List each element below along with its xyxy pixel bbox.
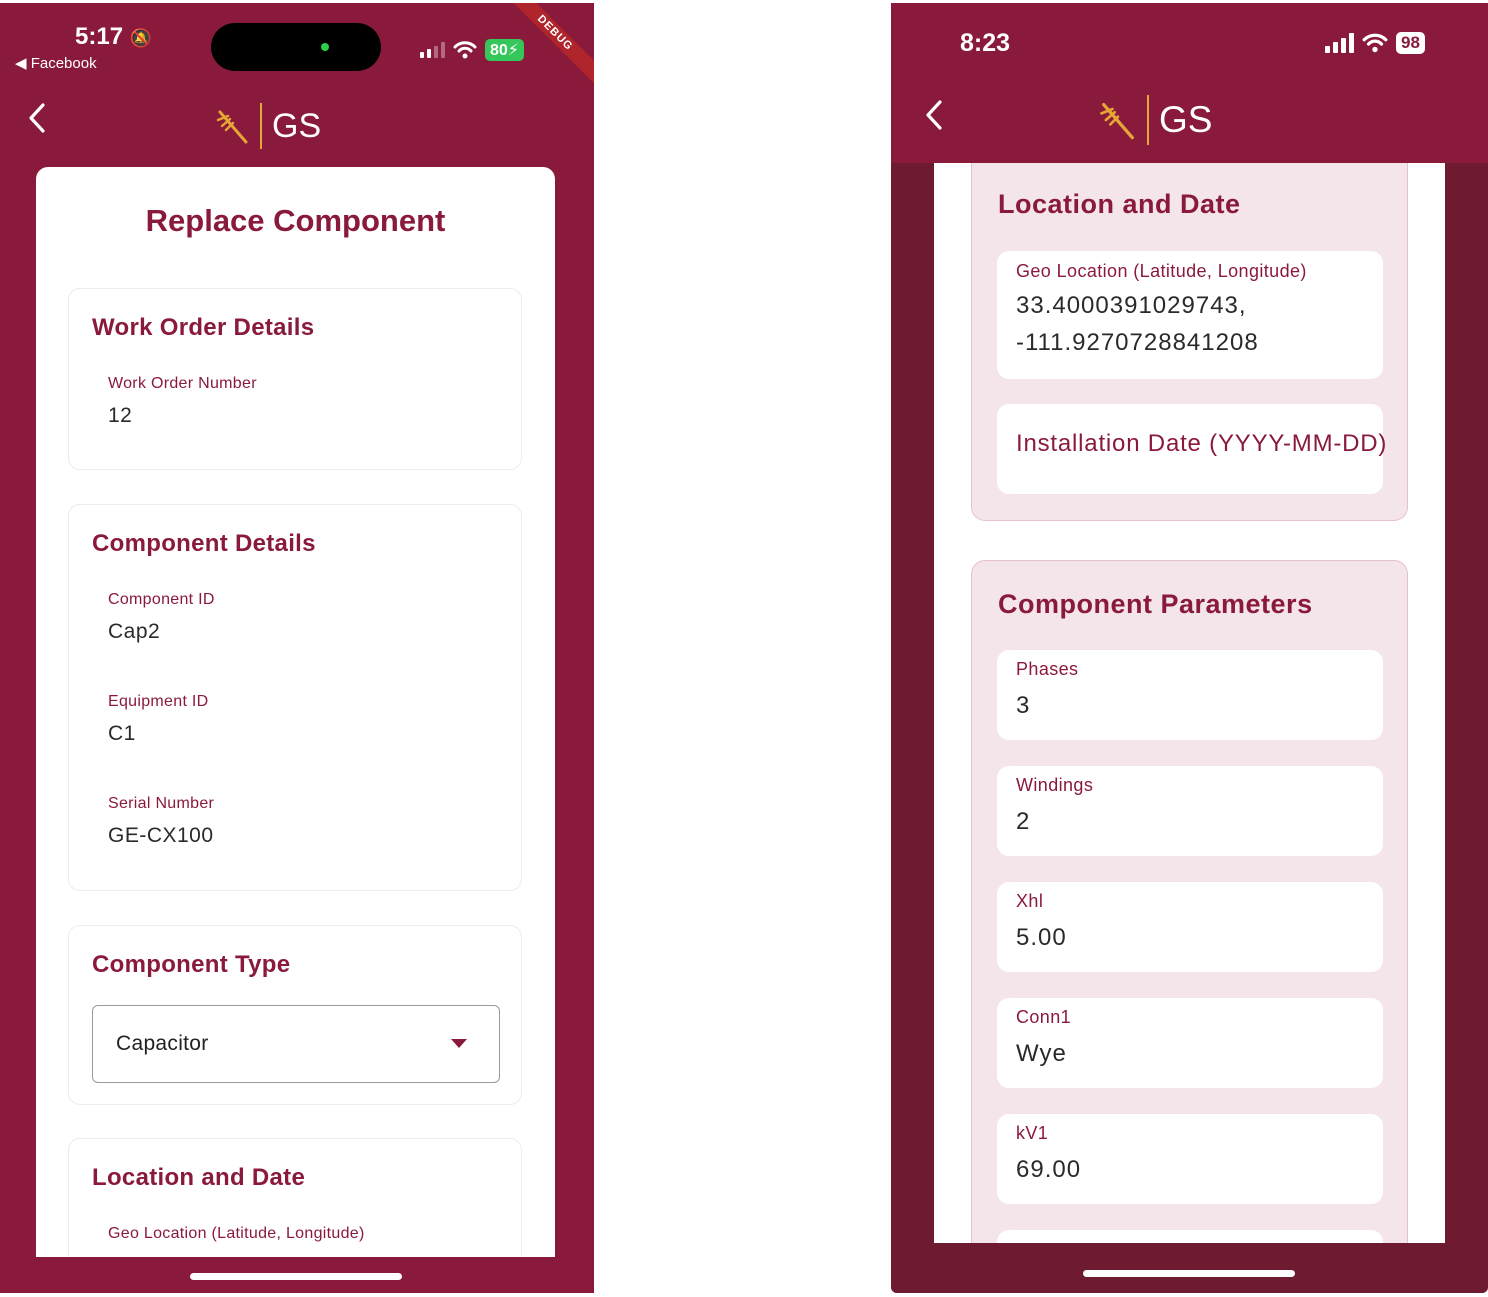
xhl-field[interactable]: Xhl 5.00 xyxy=(997,882,1383,972)
component-parameters-section: Component Parameters Phases 3 Windings 2… xyxy=(971,560,1408,1243)
battery-icon: 80⚡ xyxy=(485,39,525,61)
component-details-section: Component Details Component ID Cap2 Equi… xyxy=(68,504,522,891)
camera-indicator-icon xyxy=(321,43,329,51)
status-time-text: 5:17 xyxy=(75,23,124,50)
conn1-field[interactable]: Conn1 Wye xyxy=(997,998,1383,1088)
signal-icon xyxy=(420,42,445,58)
installation-date-field[interactable]: Installation Date (YYYY-MM-DD) xyxy=(997,404,1386,494)
component-type-select[interactable]: Capacitor xyxy=(92,1005,500,1083)
caret-down-icon xyxy=(451,1039,467,1048)
location-date-section: Location and Date Geo Location (Latitude… xyxy=(971,163,1408,521)
app-logo: GS xyxy=(1099,95,1212,145)
equipment-id-label: Equipment ID xyxy=(108,693,209,710)
location-date-section: Location and Date Geo Location (Latitude… xyxy=(68,1138,522,1257)
conn1-value: Wye xyxy=(1016,1040,1067,1067)
section-title: Work Order Details xyxy=(92,314,315,341)
wifi-icon xyxy=(453,41,477,59)
work-order-number-field[interactable]: 12 xyxy=(108,404,132,428)
back-button[interactable] xyxy=(26,101,48,144)
left-phone-screen: 5:17 🔕 ◀ Facebook 80⚡ DEBUG GS Replace C… xyxy=(0,3,594,1293)
battery-level: 80 xyxy=(490,42,508,59)
back-button[interactable] xyxy=(923,98,945,141)
geo-location-label: Geo Location (Latitude, Longitude) xyxy=(108,1225,365,1242)
phases-label: Phases xyxy=(1016,659,1079,679)
serial-number-label: Serial Number xyxy=(108,795,215,812)
scroll-content: Location and Date Geo Location (Latitude… xyxy=(934,163,1445,1243)
home-indicator[interactable] xyxy=(190,1273,402,1280)
home-indicator[interactable] xyxy=(1083,1270,1295,1277)
chevron-left-icon xyxy=(926,100,942,130)
pitchfork-icon xyxy=(1100,102,1134,140)
kv1-field[interactable]: kV1 69.00 xyxy=(997,1114,1383,1204)
phases-field[interactable]: Phases 3 xyxy=(997,650,1383,740)
geo-location-value-line2: -111.9270728841208 xyxy=(1016,329,1259,356)
work-order-number-label: Work Order Number xyxy=(108,375,257,392)
next-parameter-field[interactable] xyxy=(997,1230,1383,1243)
serial-number-field[interactable]: GE-CX100 xyxy=(108,824,214,848)
right-phone-screen: 8:23 98 GS Location and Date Geo Locatio… xyxy=(891,3,1488,1293)
status-time: 5:17 🔕 xyxy=(75,23,152,51)
section-title: Location and Date xyxy=(998,189,1241,219)
pitchfork-icon xyxy=(216,110,248,144)
conn1-label: Conn1 xyxy=(1016,1007,1072,1027)
work-order-section: Work Order Details Work Order Number 12 xyxy=(68,288,522,470)
replace-component-card: Replace Component Work Order Details Wor… xyxy=(36,167,555,1257)
status-icons: 80⚡ xyxy=(420,39,525,61)
signal-icon xyxy=(1325,33,1354,53)
section-title: Component Parameters xyxy=(998,589,1313,619)
section-title: Component Details xyxy=(92,530,316,557)
component-type-section: Component Type Capacitor xyxy=(68,925,522,1105)
geo-location-label: Geo Location (Latitude, Longitude) xyxy=(1016,261,1307,281)
xhl-label: Xhl xyxy=(1016,891,1044,911)
dynamic-island xyxy=(211,23,381,71)
battery-level: 98 xyxy=(1401,33,1420,52)
app-logo: GS xyxy=(216,103,321,149)
status-icons: 98 xyxy=(1325,32,1425,54)
windings-value: 2 xyxy=(1016,808,1031,835)
phases-value: 3 xyxy=(1016,692,1031,719)
component-id-field[interactable]: Cap2 xyxy=(108,620,160,644)
geo-location-value-line1: 33.4000391029743, xyxy=(1016,292,1247,319)
chevron-left-icon xyxy=(29,103,45,133)
battery-icon: 98 xyxy=(1396,32,1425,54)
windings-field[interactable]: Windings 2 xyxy=(997,766,1383,856)
kv1-label: kV1 xyxy=(1016,1123,1049,1143)
section-title: Location and Date xyxy=(92,1164,306,1191)
bell-slash-icon: 🔕 xyxy=(129,28,153,48)
equipment-id-field[interactable]: C1 xyxy=(108,722,136,746)
windings-label: Windings xyxy=(1016,775,1094,795)
selected-value: Capacitor xyxy=(116,1032,209,1055)
page-title: Replace Component xyxy=(145,203,446,238)
xhl-value: 5.00 xyxy=(1016,924,1067,951)
wifi-icon xyxy=(1362,33,1388,53)
logo-divider xyxy=(1147,95,1149,145)
geo-location-field[interactable]: Geo Location (Latitude, Longitude) 33.40… xyxy=(997,251,1383,379)
status-time: 8:23 xyxy=(960,29,1011,57)
section-title: Component Type xyxy=(92,951,291,978)
component-id-label: Component ID xyxy=(108,591,215,608)
kv1-value: 69.00 xyxy=(1016,1156,1082,1183)
installation-date-placeholder: Installation Date (YYYY-MM-DD) xyxy=(1016,430,1388,457)
back-to-app-link[interactable]: ◀ Facebook xyxy=(15,54,97,72)
logo-text: GS xyxy=(272,106,322,145)
logo-divider xyxy=(260,103,262,149)
logo-text: GS xyxy=(1159,99,1213,140)
